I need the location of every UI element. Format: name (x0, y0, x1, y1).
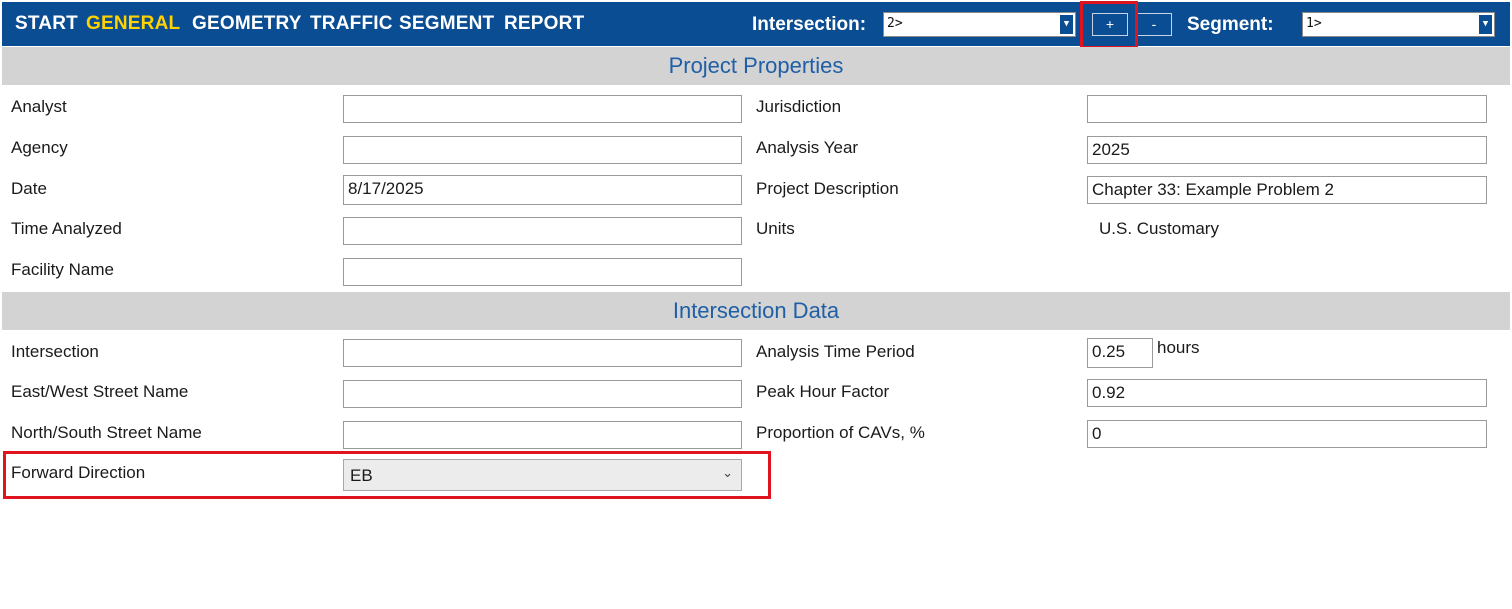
chevron-down-icon: ⌄ (722, 465, 733, 480)
analysis-year-field[interactable]: 2025 (1087, 136, 1487, 164)
analyst-field[interactable] (343, 95, 742, 123)
intersection-name-label: Intersection (11, 342, 99, 361)
east-west-street-label: East/West Street Name (11, 382, 189, 401)
forward-direction-value: EB (350, 466, 373, 485)
north-south-street-field[interactable] (343, 421, 742, 449)
nav-segment[interactable]: SEGMENT (399, 13, 494, 35)
add-intersection-button[interactable]: + (1092, 13, 1128, 36)
segment-selector-label: Segment: (1187, 14, 1274, 35)
peak-hour-factor-label: Peak Hour Factor (756, 382, 890, 401)
units-value: U.S. Customary (1099, 219, 1219, 238)
date-label: Date (11, 179, 47, 198)
analyst-label: Analyst (11, 97, 67, 116)
peak-hour-factor-field[interactable]: 0.92 (1087, 379, 1487, 407)
nav-geometry[interactable]: GEOMETRY (192, 13, 302, 35)
segment-select-value: 1> (1306, 16, 1322, 31)
hours-unit-label: hours (1157, 338, 1200, 357)
intersection-select-value: 2> (887, 16, 903, 31)
nav-report[interactable]: REPORT (504, 13, 584, 35)
analysis-time-period-field[interactable]: 0.25 (1087, 338, 1153, 368)
intersection-selector-label: Intersection: (752, 14, 867, 35)
proportion-cav-label: Proportion of CAVs, % (756, 423, 925, 442)
nav-start[interactable]: START (15, 13, 78, 35)
dropdown-arrow-icon: ▼ (1060, 15, 1073, 34)
facility-name-label: Facility Name (11, 260, 114, 279)
units-label: Units (756, 219, 795, 238)
intersection-data-header: Intersection Data (2, 292, 1510, 330)
project-description-label: Project Description (756, 179, 899, 198)
agency-label: Agency (11, 138, 68, 157)
proportion-cav-field[interactable]: 0 (1087, 420, 1487, 448)
intersection-select[interactable]: 2> ▼ (883, 12, 1076, 37)
time-analyzed-label: Time Analyzed (11, 219, 122, 238)
facility-name-field[interactable] (343, 258, 742, 286)
forward-direction-label: Forward Direction (11, 463, 146, 482)
time-analyzed-field[interactable] (343, 217, 742, 245)
project-properties-header: Project Properties (2, 47, 1510, 85)
date-field[interactable]: 8/17/2025 (343, 175, 742, 205)
intersection-name-field[interactable] (343, 339, 742, 367)
east-west-street-field[interactable] (343, 380, 742, 408)
segment-select[interactable]: 1> ▼ (1302, 12, 1495, 37)
analysis-year-label: Analysis Year (756, 138, 859, 157)
agency-field[interactable] (343, 136, 742, 164)
project-description-field[interactable]: Chapter 33: Example Problem 2 (1087, 176, 1487, 204)
nav-general[interactable]: GENERAL (86, 13, 180, 35)
analysis-time-period-label: Analysis Time Period (756, 342, 915, 361)
nav-traffic[interactable]: TRAFFIC (310, 13, 393, 35)
forward-direction-select[interactable]: EB ⌄ (343, 459, 742, 491)
jurisdiction-label: Jurisdiction (756, 97, 842, 116)
dropdown-arrow-icon: ▼ (1479, 15, 1492, 34)
jurisdiction-field[interactable] (1087, 95, 1487, 123)
remove-intersection-button[interactable]: - (1136, 13, 1172, 36)
north-south-street-label: North/South Street Name (11, 423, 202, 442)
top-nav-bar: START GENERAL GEOMETRY TRAFFIC SEGMENT R… (2, 2, 1510, 46)
